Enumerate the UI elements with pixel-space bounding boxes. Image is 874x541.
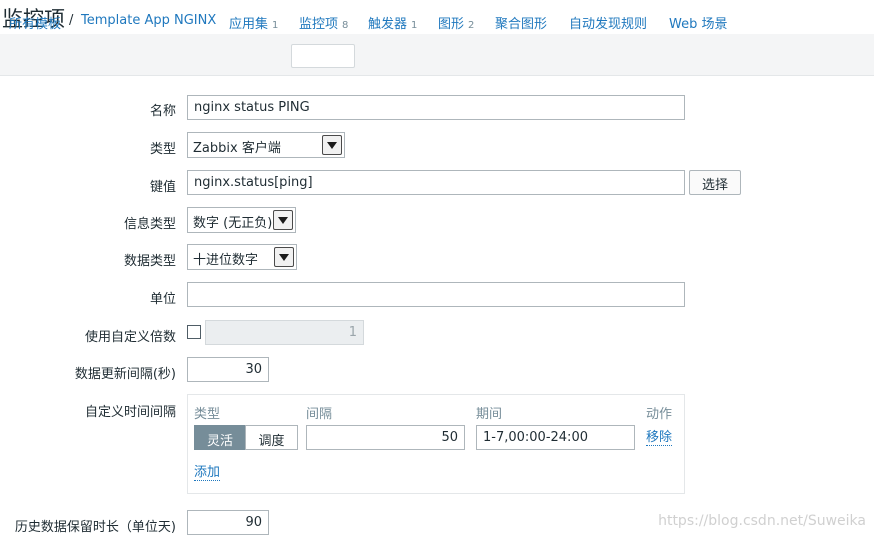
tab-count: 2 <box>468 20 475 31</box>
type-label: 类型 <box>149 142 176 157</box>
type-select-value: Zabbix 客户端 <box>193 141 281 156</box>
chevron-down-icon <box>274 247 294 267</box>
tab-web-scenarios[interactable]: Web 场景 <box>669 13 727 32</box>
col-interval-header: 间隔 <box>306 407 333 422</box>
chevron-down-icon <box>273 210 293 230</box>
info-type-select[interactable]: 数字 (无正负) <box>187 207 296 233</box>
history-label: 历史数据保留时长（单位天) <box>14 520 176 535</box>
segment-scheduling[interactable]: 调度 <box>245 425 298 450</box>
name-field[interactable] <box>187 95 685 120</box>
breadcrumb <box>0 34 874 76</box>
info-type-select-value: 数字 (无正负) <box>193 216 273 231</box>
col-action-header: 动作 <box>646 407 673 422</box>
tab-label: 监控项 <box>299 17 339 32</box>
crumb-separator: / <box>69 13 74 28</box>
tab-label: Web 场景 <box>669 17 728 32</box>
chevron-down-icon <box>322 135 342 155</box>
multiplier-label: 使用自定义倍数 <box>84 330 176 345</box>
crumb-template[interactable]: Template App NGINX <box>81 13 216 28</box>
interval-label: 数据更新间隔(秒) <box>74 367 176 382</box>
unit-label: 单位 <box>149 292 176 307</box>
tab-applications[interactable]: 应用集 1 <box>229 13 278 32</box>
tab-count: 1 <box>272 20 279 31</box>
history-field[interactable] <box>187 510 269 535</box>
tab-active-highlight <box>291 44 355 68</box>
data-type-select-value: 十进位数字 <box>193 253 259 268</box>
tab-label: 应用集 <box>229 17 269 32</box>
select-button[interactable]: 选择 <box>689 170 741 195</box>
tab-items[interactable]: 监控项 8 <box>299 13 348 32</box>
col-type-header: 类型 <box>194 407 221 422</box>
tab-count: 1 <box>411 20 418 31</box>
type-select[interactable]: Zabbix 客户端 <box>187 132 345 158</box>
multiplier-checkbox[interactable] <box>187 325 201 339</box>
tab-graphs[interactable]: 图形 2 <box>438 13 474 32</box>
tab-label: 触发器 <box>368 17 408 32</box>
tab-label: 自动发现规则 <box>569 17 648 32</box>
data-type-label: 数据类型 <box>123 254 176 269</box>
tab-label: 聚合图形 <box>495 17 548 32</box>
segment-flexible[interactable]: 灵活 <box>194 425 246 450</box>
tab-screens[interactable]: 聚合图形 <box>495 13 547 32</box>
remove-link[interactable]: 移除 <box>646 430 673 446</box>
data-type-select[interactable]: 十进位数字 <box>187 244 297 270</box>
watermark: https://blog.csdn.net/Suweika <box>658 513 866 529</box>
custom-period-field[interactable] <box>476 425 635 450</box>
info-type-label: 信息类型 <box>123 217 176 232</box>
name-label: 名称 <box>149 104 176 119</box>
interval-field[interactable] <box>187 357 269 382</box>
tab-discovery-rules[interactable]: 自动发现规则 <box>569 13 647 32</box>
col-period-header: 期间 <box>476 407 503 422</box>
add-link[interactable]: 添加 <box>194 465 221 481</box>
unit-field[interactable] <box>187 282 685 307</box>
tab-count: 8 <box>342 20 349 31</box>
key-label: 键值 <box>149 180 176 195</box>
tab-triggers[interactable]: 触发器 1 <box>368 13 417 32</box>
tab-label: 图形 <box>438 17 465 32</box>
crumb-all-templates[interactable]: 所有模板 <box>9 13 61 32</box>
custom-intervals-label: 自定义时间间隔 <box>84 405 176 420</box>
multiplier-field[interactable] <box>205 320 364 345</box>
key-field[interactable] <box>187 170 685 195</box>
custom-interval-field[interactable] <box>306 425 465 450</box>
